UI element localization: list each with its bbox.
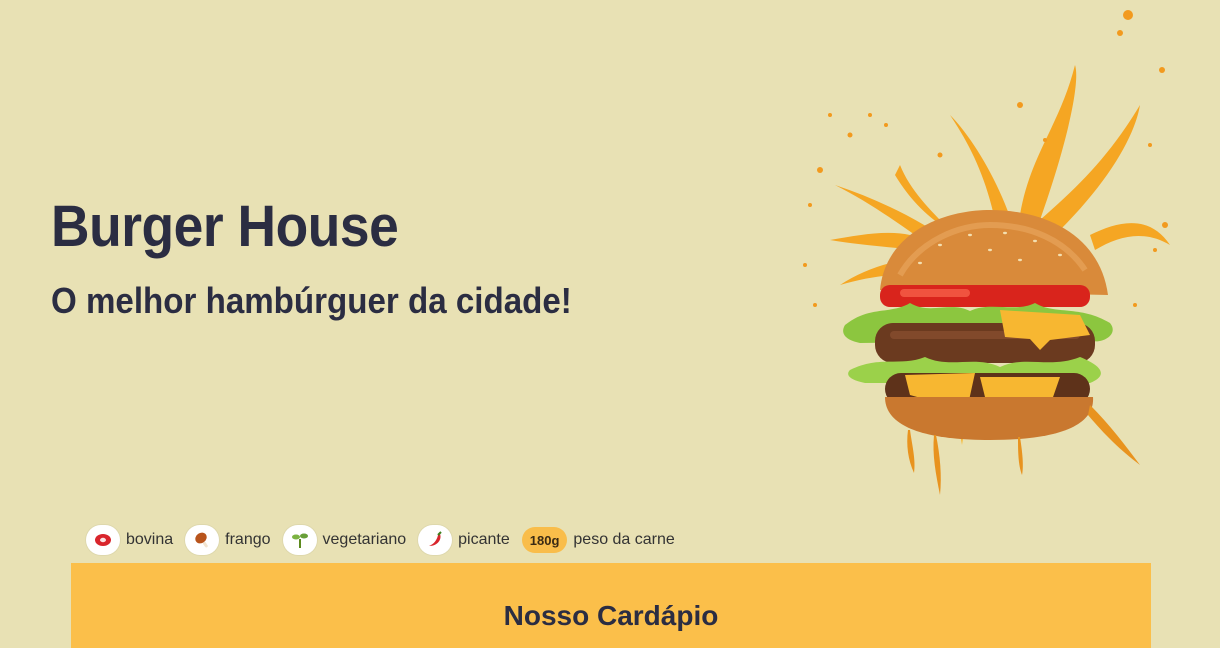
legend-item-vegetariano: vegetariano <box>282 525 407 555</box>
menu-section: Nosso Cardápio <box>71 563 1151 648</box>
weight-badge: 180g <box>521 527 568 553</box>
legend-label-bovina: bovina <box>126 531 174 548</box>
sprout-icon <box>282 525 317 555</box>
chicken-leg-icon <box>185 525 220 555</box>
menu-title: Nosso Cardápio <box>503 600 719 631</box>
hero-tagline: O melhor hambúrguer da cidade! <box>51 280 572 321</box>
brand-title: Burger House <box>51 194 399 259</box>
legend-item-weight: 180g peso da carne <box>521 527 675 553</box>
legend-label-weight: peso da carne <box>573 531 675 548</box>
beef-icon <box>86 525 120 555</box>
legend-item-bovina: bovina <box>86 525 173 555</box>
legend-item-frango: frango <box>185 525 271 555</box>
legend-bar: bovina frango vegetariano picante 180g p… <box>86 524 687 556</box>
legend-label-picante: picante <box>458 531 510 548</box>
burger-illustration <box>803 10 1170 495</box>
legend-label-vegetariano: vegetariano <box>322 531 407 548</box>
legend-label-frango: frango <box>225 531 271 548</box>
chili-pepper-icon <box>418 525 453 555</box>
legend-item-picante: picante <box>418 525 510 555</box>
hero-section: Burger House O melhor hambúrguer da cida… <box>0 0 1220 520</box>
